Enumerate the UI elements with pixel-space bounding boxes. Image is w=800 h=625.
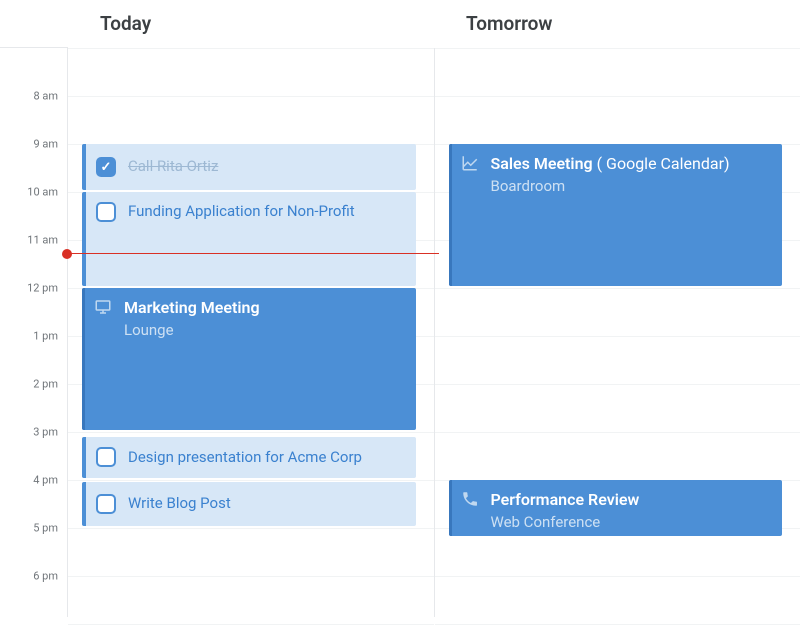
task-checkbox[interactable] bbox=[96, 202, 116, 222]
task-title: Write Blog Post bbox=[128, 494, 231, 514]
event-title: Sales Meeting ( Google Calendar) bbox=[491, 154, 771, 175]
meeting-event[interactable]: Sales Meeting ( Google Calendar)Boardroo… bbox=[449, 144, 783, 286]
event-source: ( Google Calendar) bbox=[597, 154, 730, 173]
event-location: Boardroom bbox=[491, 177, 771, 197]
hour-label: 10 am bbox=[27, 186, 58, 199]
hour-label: 5 pm bbox=[33, 522, 58, 535]
event-stripe bbox=[449, 480, 452, 536]
hour-label: 6 pm bbox=[33, 570, 58, 583]
day-header-tomorrow: Tomorrow bbox=[434, 0, 800, 48]
day-headers: Today Tomorrow bbox=[0, 0, 800, 48]
hour-label: 12 pm bbox=[27, 282, 58, 295]
time-gutter: 8 am 9 am 10 am 11 am 12 pm 1 pm 2 pm 3 pm 4 pm 5… bbox=[0, 48, 68, 617]
calendar-grid: 8 am 9 am 10 am 11 am 12 pm 1 pm 2 pm 3 pm 4 pm 5… bbox=[0, 48, 800, 617]
task-title: Funding Application for Non-Profit bbox=[128, 202, 355, 222]
task-title: Design presentation for Acme Corp bbox=[128, 448, 362, 468]
meeting-event[interactable]: Marketing Meeting Lounge bbox=[82, 288, 416, 430]
task-checkbox[interactable] bbox=[96, 494, 116, 514]
task-event[interactable]: Call Rita Ortiz bbox=[82, 144, 416, 190]
event-stripe bbox=[82, 144, 86, 190]
hour-label: 8 am bbox=[33, 90, 58, 103]
hour-label: 1 pm bbox=[33, 330, 58, 343]
event-stripe bbox=[82, 192, 86, 286]
calendar: Today Tomorrow 8 am 9 am 10 am 11 am 12 pm 1 … bbox=[0, 0, 800, 617]
event-stripe bbox=[82, 437, 86, 478]
event-location: Web Conference bbox=[491, 513, 771, 533]
task-checkbox[interactable] bbox=[96, 447, 116, 467]
hour-label: 11 am bbox=[27, 234, 58, 247]
event-stripe bbox=[449, 144, 452, 286]
hour-label: 9 am bbox=[33, 138, 58, 151]
hour-label: 4 pm bbox=[33, 474, 58, 487]
presentation-icon bbox=[94, 298, 112, 316]
task-checkbox[interactable] bbox=[96, 157, 116, 177]
event-stripe bbox=[82, 482, 86, 526]
task-event[interactable]: Write Blog Post bbox=[82, 482, 416, 526]
chart-icon bbox=[461, 154, 479, 172]
day-header-today: Today bbox=[68, 0, 434, 48]
day-column-today[interactable]: Call Rita Ortiz Funding Application for N… bbox=[68, 48, 435, 617]
hour-label: 3 pm bbox=[33, 426, 58, 439]
event-title: Performance Review bbox=[491, 490, 771, 511]
task-event[interactable]: Design presentation for Acme Corp bbox=[82, 437, 416, 478]
time-gutter-header bbox=[0, 0, 68, 48]
task-event[interactable]: Funding Application for Non-Profit bbox=[82, 192, 416, 286]
meeting-event[interactable]: Performance Review Web Conference bbox=[449, 480, 783, 536]
phone-icon bbox=[461, 490, 479, 508]
event-location: Lounge bbox=[124, 321, 404, 341]
task-title: Call Rita Ortiz bbox=[128, 157, 218, 177]
event-stripe bbox=[82, 288, 85, 430]
hour-label: 2 pm bbox=[33, 378, 58, 391]
day-column-tomorrow[interactable]: Sales Meeting ( Google Calendar)Boardroo… bbox=[435, 48, 800, 617]
event-title: Marketing Meeting bbox=[124, 298, 404, 319]
